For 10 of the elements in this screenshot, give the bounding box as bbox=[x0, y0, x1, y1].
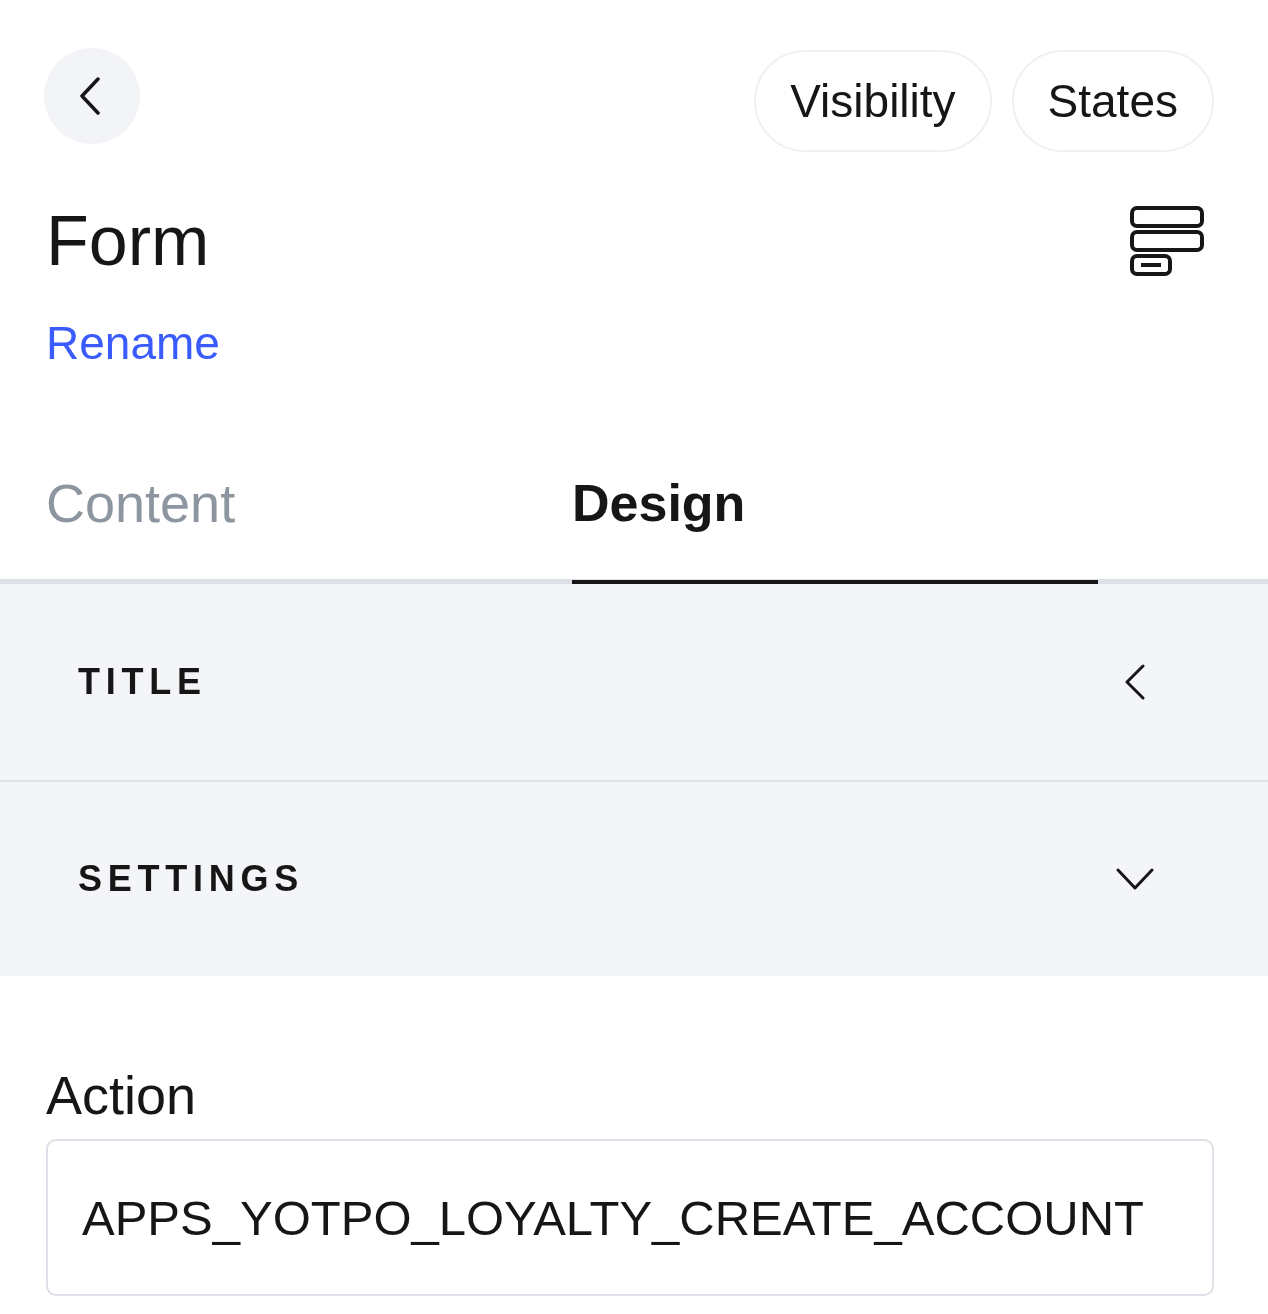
chevron-left-icon bbox=[79, 77, 101, 115]
input-field[interactable]: APPS_YOTPO_LOYALTY_CREATE_ACCOUNT bbox=[46, 1139, 1214, 1296]
header-button[interactable]: Visibility bbox=[754, 50, 992, 152]
header-button[interactable]: States bbox=[1011, 50, 1214, 152]
accordion-header[interactable]: SETTINGS bbox=[0, 780, 1268, 976]
field-label: Action bbox=[46, 1068, 197, 1122]
rename-link[interactable]: Rename bbox=[46, 320, 220, 366]
accordion-header[interactable]: TITLE bbox=[0, 584, 1268, 780]
form-layout-icon bbox=[1130, 206, 1204, 276]
component-title: Form bbox=[46, 206, 210, 276]
